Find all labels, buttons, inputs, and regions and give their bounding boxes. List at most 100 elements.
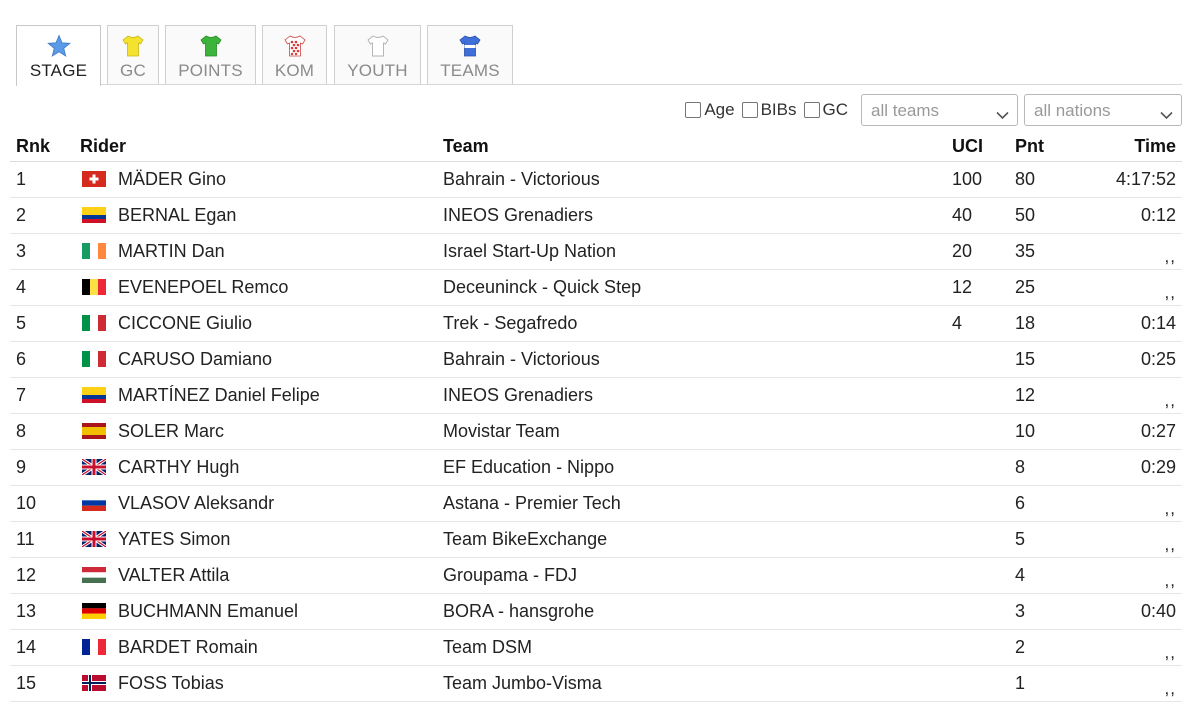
time-value: 0:27	[1140, 421, 1176, 441]
time-cell: 4:17:52	[1086, 161, 1182, 198]
team-link[interactable]: Team BikeExchange	[443, 529, 607, 549]
time-value: 0:29	[1140, 457, 1176, 477]
time-cell: ,,	[1086, 269, 1182, 306]
gc-checkbox[interactable]: GC	[803, 100, 848, 120]
uci-points-cell	[946, 413, 1009, 450]
uci-points-cell	[946, 449, 1009, 486]
rider-link[interactable]: CARTHY Hugh	[118, 457, 239, 477]
nation-select[interactable]: all nations	[1024, 94, 1182, 126]
points-cell: 15	[1009, 341, 1086, 378]
uci-points-cell	[946, 521, 1009, 558]
team-cell: Bahrain - Victorious	[437, 161, 946, 198]
tab-teams[interactable]: TEAMS	[427, 25, 513, 84]
rider-link[interactable]: BARDET Romain	[118, 637, 258, 657]
flag-no-icon	[82, 675, 106, 691]
time-cell: ,,	[1086, 521, 1182, 558]
table-row: 13 BUCHMANN Emanuel BORA - hansgrohe 3 0:40	[10, 593, 1182, 630]
rider-cell: MARTIN Dan	[74, 233, 437, 270]
team-link[interactable]: Bahrain - Victorious	[443, 349, 600, 369]
team-link[interactable]: Groupama - FDJ	[443, 565, 577, 585]
points-cell: 10	[1009, 413, 1086, 450]
team-link[interactable]: Deceuninck - Quick Step	[443, 277, 641, 297]
team-link[interactable]: Movistar Team	[443, 421, 560, 441]
team-link[interactable]: BORA - hansgrohe	[443, 601, 594, 621]
col-team-header[interactable]: Team	[437, 131, 946, 162]
time-cell: 0:40	[1086, 593, 1182, 630]
team-cell: BORA - hansgrohe	[437, 593, 946, 630]
team-link[interactable]: Trek - Segafredo	[443, 313, 577, 333]
tab-kom[interactable]: KOM	[262, 25, 327, 84]
rider-cell: BERNAL Egan	[74, 197, 437, 234]
checkbox-box[interactable]	[803, 102, 820, 118]
team-cell: EF Education - Nippo	[437, 449, 946, 486]
col-rnk-header[interactable]: Rnk	[10, 131, 74, 162]
table-row: 1 MÄDER Gino Bahrain - Victorious 100 80 4:17…	[10, 161, 1182, 198]
team-link[interactable]: Team DSM	[443, 637, 532, 657]
rider-link[interactable]: YATES Simon	[118, 529, 230, 549]
rider-link[interactable]: VALTER Attila	[118, 565, 229, 585]
time-cell: ,,	[1086, 629, 1182, 666]
tab-label: TEAMS	[440, 61, 500, 80]
team-link[interactable]: Israel Start-Up Nation	[443, 241, 616, 261]
team-link[interactable]: EF Education - Nippo	[443, 457, 614, 477]
table-row: 10 VLASOV Aleksandr Astana - Premier Tech 6…	[10, 485, 1182, 522]
rider-cell: SOLER Marc	[74, 413, 437, 450]
tab-gc[interactable]: GC	[107, 25, 159, 84]
rider-link[interactable]: FOSS Tobias	[118, 673, 224, 693]
tab-points[interactable]: POINTS	[165, 25, 256, 84]
rider-cell: CICCONE Giulio	[74, 305, 437, 342]
checkbox-label: Age	[704, 100, 735, 119]
team-link[interactable]: Team Jumbo-Visma	[443, 673, 602, 693]
checkbox-label: BIBs	[760, 100, 797, 119]
checkbox-box[interactable]	[741, 102, 758, 118]
uci-points-cell	[946, 593, 1009, 630]
col-rider-header[interactable]: Rider	[74, 131, 437, 162]
age-checkbox[interactable]: Age	[685, 100, 735, 120]
team-cell: INEOS Grenadiers	[437, 377, 946, 414]
flag-fr-icon	[82, 639, 106, 655]
rider-link[interactable]: MARTÍNEZ Daniel Felipe	[118, 385, 320, 405]
checkbox-box[interactable]	[685, 102, 702, 118]
time-cell: 0:14	[1086, 305, 1182, 342]
tab-youth[interactable]: YOUTH	[334, 25, 421, 84]
rider-link[interactable]: CICCONE Giulio	[118, 313, 252, 333]
time-value: ,,	[1164, 571, 1176, 590]
bibs-checkbox[interactable]: BIBs	[741, 100, 797, 120]
team-select[interactable]: all teams	[861, 94, 1018, 126]
tab-stage[interactable]: STAGE	[16, 25, 101, 86]
time-value: ,,	[1164, 679, 1176, 698]
time-value: ,,	[1164, 643, 1176, 662]
team-link[interactable]: INEOS Grenadiers	[443, 205, 593, 225]
time-value: ,,	[1164, 283, 1176, 302]
rider-link[interactable]: VLASOV Aleksandr	[118, 493, 274, 513]
team-link[interactable]: Astana - Premier Tech	[443, 493, 621, 513]
col-pnt-header[interactable]: Pnt	[1009, 131, 1086, 162]
team-cell: INEOS Grenadiers	[437, 197, 946, 234]
col-time-header[interactable]: Time	[1086, 131, 1182, 162]
rider-link[interactable]: CARUSO Damiano	[118, 349, 272, 369]
time-value: 0:25	[1140, 349, 1176, 369]
team-link[interactable]: INEOS Grenadiers	[443, 385, 593, 405]
time-cell: 0:27	[1086, 413, 1182, 450]
rider-cell: FOSS Tobias	[74, 665, 437, 702]
flag-be-icon	[82, 279, 106, 295]
points-cell: 25	[1009, 269, 1086, 306]
time-value: ,,	[1164, 499, 1176, 518]
rider-link[interactable]: SOLER Marc	[118, 421, 224, 441]
team-link[interactable]: Bahrain - Victorious	[443, 169, 600, 189]
col-uci-header[interactable]: UCI	[946, 131, 1009, 162]
rider-link[interactable]: MÄDER Gino	[118, 169, 226, 189]
rider-link[interactable]: BERNAL Egan	[118, 205, 236, 225]
table-row: 7 MARTÍNEZ Daniel Felipe INEOS Grenadiers 1…	[10, 377, 1182, 414]
rider-link[interactable]: BUCHMANN Emanuel	[118, 601, 298, 621]
rider-link[interactable]: MARTIN Dan	[118, 241, 225, 261]
rider-cell: CARUSO Damiano	[74, 341, 437, 378]
flag-ru-icon	[82, 495, 106, 511]
rank-cell: 6	[10, 341, 74, 378]
points-cell: 2	[1009, 629, 1086, 666]
rider-link[interactable]: EVENEPOEL Remco	[118, 277, 288, 297]
nation-select-value: all nations	[1034, 101, 1111, 120]
table-row: 14 BARDET Romain Team DSM 2,,	[10, 629, 1182, 666]
rank-cell: 8	[10, 413, 74, 450]
results-table: Rnk Rider Team UCI Pnt Time 1 MÄDER Gino B…	[10, 131, 1182, 702]
